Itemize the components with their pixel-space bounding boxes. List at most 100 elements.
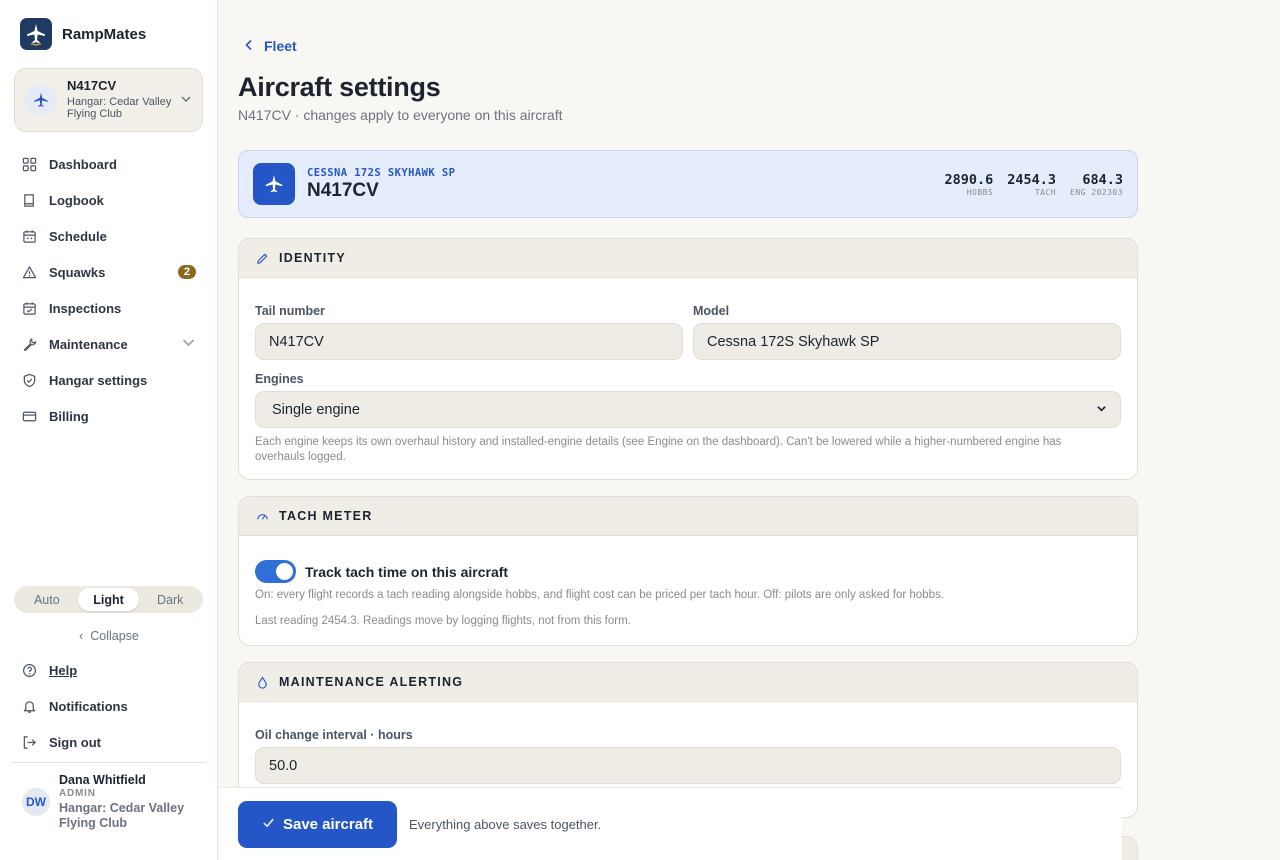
- rampmates-logo: [20, 18, 52, 50]
- track-tach-toggle[interactable]: [255, 560, 296, 583]
- brand-name: RampMates: [62, 25, 147, 43]
- collapse-button[interactable]: ‹ Collapse: [0, 629, 218, 643]
- nav-label: Inspections: [49, 300, 122, 316]
- nav-label: Help: [49, 662, 78, 678]
- book-icon: [24, 193, 34, 207]
- meter-engine: 684.3 ENG 202303: [1070, 172, 1123, 197]
- nav-item-help[interactable]: Help: [14, 652, 204, 688]
- squawks-count-badge: 2: [177, 265, 196, 279]
- card-header: IDENTITY: [239, 239, 1137, 278]
- back-label: Fleet: [264, 38, 297, 54]
- toggle-knob: [276, 563, 293, 580]
- aircraft-model: CESSNA 172S SKYHAWK SP: [307, 166, 456, 179]
- meter-readouts: 2890.6 HOBBS 2454.3 TACH 684.3 ENG 20230…: [944, 172, 1123, 197]
- nav-item-sign-out[interactable]: Sign out: [14, 724, 204, 760]
- save-note: Everything above saves together.: [409, 817, 602, 832]
- meter-tach: 2454.3 TACH: [1007, 172, 1056, 197]
- chevron-down-icon: [1096, 403, 1107, 417]
- theme-option-auto[interactable]: Auto: [16, 588, 78, 611]
- tach-meter-card: TACH METER Track tach time on this aircr…: [238, 496, 1138, 646]
- nav-label: Maintenance: [49, 336, 128, 352]
- tach-last-reading: Last reading 2454.3. Readings move by lo…: [255, 615, 631, 627]
- model-input[interactable]: Cessna 172S Skyhawk SP: [693, 323, 1121, 360]
- engines-select[interactable]: Single engine: [255, 391, 1121, 428]
- back-link[interactable]: Fleet: [244, 38, 297, 54]
- nav-item-billing[interactable]: Billing: [14, 398, 204, 434]
- nav-item-schedule[interactable]: Schedule: [14, 218, 204, 254]
- save-button-label: Save aircraft: [282, 816, 374, 833]
- nav-item-maintenance[interactable]: Maintenance: [14, 326, 204, 362]
- nav-item-hangar-settings[interactable]: Hangar settings: [14, 362, 204, 398]
- aircraft-tail: N417CV: [307, 179, 379, 201]
- footer-nav: Help Notifications Sign out: [14, 652, 204, 760]
- meter-label: TACH: [1034, 187, 1057, 197]
- chevron-left-icon: ‹: [79, 629, 84, 643]
- chevron-down-icon: [181, 335, 196, 353]
- engines-help-text: Each engine keeps its own overhaul histo…: [255, 436, 1062, 463]
- theme-option-dark[interactable]: Dark: [139, 588, 201, 611]
- oil-interval-input[interactable]: 50.0: [255, 747, 1121, 784]
- wrench-icon: [23, 337, 37, 351]
- aircraft-switcher[interactable]: N417CV Hangar: Cedar Valley Flying Club: [14, 68, 203, 132]
- card-icon: [22, 411, 37, 421]
- airplane-icon: [253, 163, 295, 205]
- nav-item-squawks[interactable]: Squawks 2: [14, 254, 204, 290]
- model-label: Model: [693, 304, 730, 318]
- user-role: ADMIN: [59, 788, 96, 799]
- nav-label: Sign out: [49, 734, 101, 750]
- card-title: TACH METER: [279, 509, 373, 523]
- collapse-label: Collapse: [90, 629, 139, 643]
- airplane-icon: [25, 84, 57, 116]
- main-nav: Dashboard Logbook Schedule Squawks 2 Ins…: [14, 146, 204, 434]
- card-header: TACH METER: [239, 497, 1137, 536]
- track-tach-label: Track tach time on this aircraft: [305, 564, 509, 580]
- page-subtitle: N417CV · changes apply to everyone on th…: [238, 107, 563, 123]
- engines-label: Engines: [255, 372, 304, 386]
- page-title: Aircraft settings: [238, 72, 441, 102]
- help-icon: [22, 663, 37, 677]
- nav-label: Notifications: [49, 698, 128, 714]
- engines-selected-value: Single engine: [272, 401, 360, 418]
- switcher-tail: N417CV: [67, 77, 117, 93]
- save-aircraft-button[interactable]: Save aircraft: [238, 801, 397, 848]
- save-bar: Save aircraft Everything above saves tog…: [220, 787, 1122, 860]
- chevron-down-icon: [180, 93, 192, 108]
- nav-label: Dashboard: [49, 156, 117, 172]
- theme-option-light[interactable]: Light: [77, 588, 140, 611]
- calendar-icon: [23, 229, 36, 243]
- user-name: Dana Whitfield: [59, 773, 146, 787]
- nav-label: Schedule: [49, 228, 107, 244]
- identity-card: IDENTITY Tail number N417CV Model Cessna…: [238, 238, 1138, 480]
- oil-interval-label: Oil change interval · hours: [255, 728, 413, 742]
- gauge-icon: [257, 513, 268, 520]
- nav-label: Logbook: [49, 192, 104, 208]
- card-header: MAINTENANCE ALERTING: [239, 663, 1137, 702]
- user-hangar: Hangar: Cedar Valley Flying Club: [59, 801, 185, 830]
- nav-item-logbook[interactable]: Logbook: [14, 182, 204, 218]
- nav-label: Billing: [49, 408, 89, 424]
- meter-hobbs: 2890.6 HOBBS: [944, 172, 993, 197]
- theme-toggle: Auto Light Dark: [14, 586, 203, 613]
- nav-label: Squawks: [49, 264, 106, 280]
- bell-icon: [23, 700, 36, 713]
- brand[interactable]: RampMates: [20, 18, 146, 50]
- nav-item-inspections[interactable]: Inspections: [14, 290, 204, 326]
- nav-item-notifications[interactable]: Notifications: [14, 688, 204, 724]
- nav-item-dashboard[interactable]: Dashboard: [14, 146, 204, 182]
- calendar-check-icon: [23, 301, 36, 315]
- dashboard-icon: [22, 157, 37, 171]
- card-title: IDENTITY: [279, 251, 346, 265]
- meter-value: 684.3: [1082, 171, 1123, 188]
- shield-icon: [23, 373, 36, 387]
- sidebar: RampMates N417CV Hangar: Cedar Valley Fl…: [0, 0, 218, 860]
- user-card[interactable]: DW Dana Whitfield ADMIN Hangar: Cedar Va…: [12, 762, 206, 831]
- warning-icon: [22, 265, 37, 278]
- chevron-left-icon: [244, 38, 254, 54]
- switcher-hangar: Hangar: Cedar Valley Flying Club: [67, 95, 172, 121]
- tach-help-text: On: every flight records a tach reading …: [255, 589, 944, 601]
- tail-number-input[interactable]: N417CV: [255, 323, 683, 360]
- meter-label: ENG 202303: [1070, 187, 1123, 197]
- pencil-icon: [257, 253, 268, 264]
- avatar: DW: [22, 788, 50, 816]
- meter-value: 2454.3: [1007, 171, 1057, 188]
